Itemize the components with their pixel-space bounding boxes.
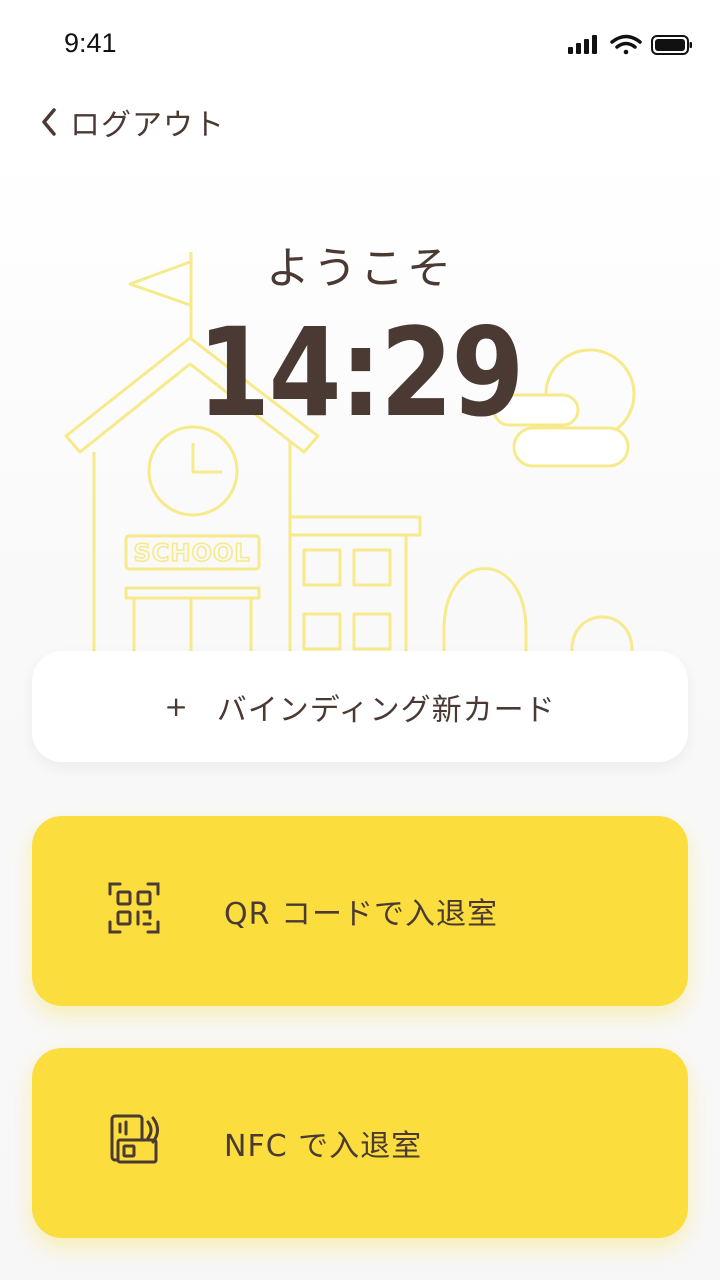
logout-label: ログアウト [70,108,225,143]
status-icons [568,34,692,55]
logout-button[interactable]: ログアウト [38,100,225,144]
nfc-entry-button[interactable]: NFC で入退室 [32,1048,688,1238]
status-bar: 9:41 [0,0,720,92]
status-time: 9:41 [64,28,117,58]
signal-icon [568,35,597,54]
school-sign-text: SCHOOL [133,539,250,567]
qr-code-icon [108,882,160,934]
bind-new-card-button[interactable]: + バインディング新カード [32,651,688,762]
wifi-icon [610,34,642,55]
qr-entry-button[interactable]: QR コードで入退室 [32,816,688,1006]
plus-icon: + [164,690,189,723]
qr-entry-label: QR コードで入退室 [224,897,498,932]
welcome-text: ようこそ [266,243,454,294]
bind-new-card-label: バインディング新カード [216,692,556,728]
nfc-card-icon [110,1114,159,1164]
chevron-left-icon [42,108,56,136]
current-time: 14:29 [197,302,524,444]
nfc-entry-label: NFC で入退室 [224,1129,423,1164]
battery-icon [651,35,692,55]
